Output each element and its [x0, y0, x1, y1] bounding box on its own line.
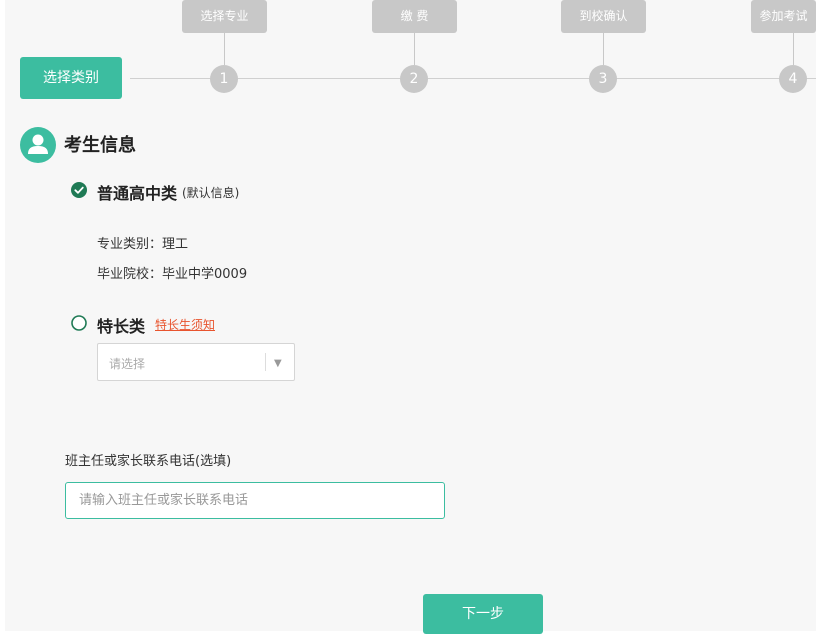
step-label: 到校确认: [561, 0, 646, 33]
select-placeholder: 请选择: [109, 357, 146, 371]
radio-checked-icon[interactable]: [71, 182, 87, 198]
next-step-button[interactable]: 下一步: [423, 594, 543, 634]
graduation-school-text: 毕业院校：毕业中学0009: [97, 267, 248, 282]
major-category-text: 专业类别：理工: [97, 237, 189, 252]
step-number: 3: [589, 65, 617, 93]
step-current-select-category[interactable]: 选择类别: [20, 57, 122, 99]
step-number: 2: [400, 65, 428, 93]
phone-label: 班主任或家长联系电话(选填): [65, 454, 232, 469]
radio-unchecked-icon[interactable]: [71, 315, 87, 331]
step-connector: [224, 33, 225, 65]
option-regular-note: (默认信息): [182, 186, 240, 200]
option-special-title[interactable]: 特长类: [97, 313, 145, 337]
step-connector: [603, 33, 604, 65]
step-label: 参加考试: [751, 0, 816, 33]
chevron-down-icon[interactable]: ▼: [274, 358, 282, 369]
step-label: 缴 费: [372, 0, 457, 33]
step-number: 4: [779, 65, 807, 93]
step-number: 1: [210, 65, 238, 93]
step-label: 选择专业: [182, 0, 267, 33]
select-divider: [265, 353, 266, 371]
phone-input[interactable]: [65, 482, 445, 519]
option-regular-title[interactable]: 普通高中类: [97, 180, 177, 204]
step-connector: [793, 33, 794, 65]
special-category-select[interactable]: 请选择 ▼: [97, 343, 295, 381]
section-title: 考生信息: [64, 135, 136, 156]
step-connector: [414, 33, 415, 65]
special-notice-link[interactable]: 特长生须知: [155, 316, 215, 333]
user-avatar-icon: [20, 127, 56, 163]
